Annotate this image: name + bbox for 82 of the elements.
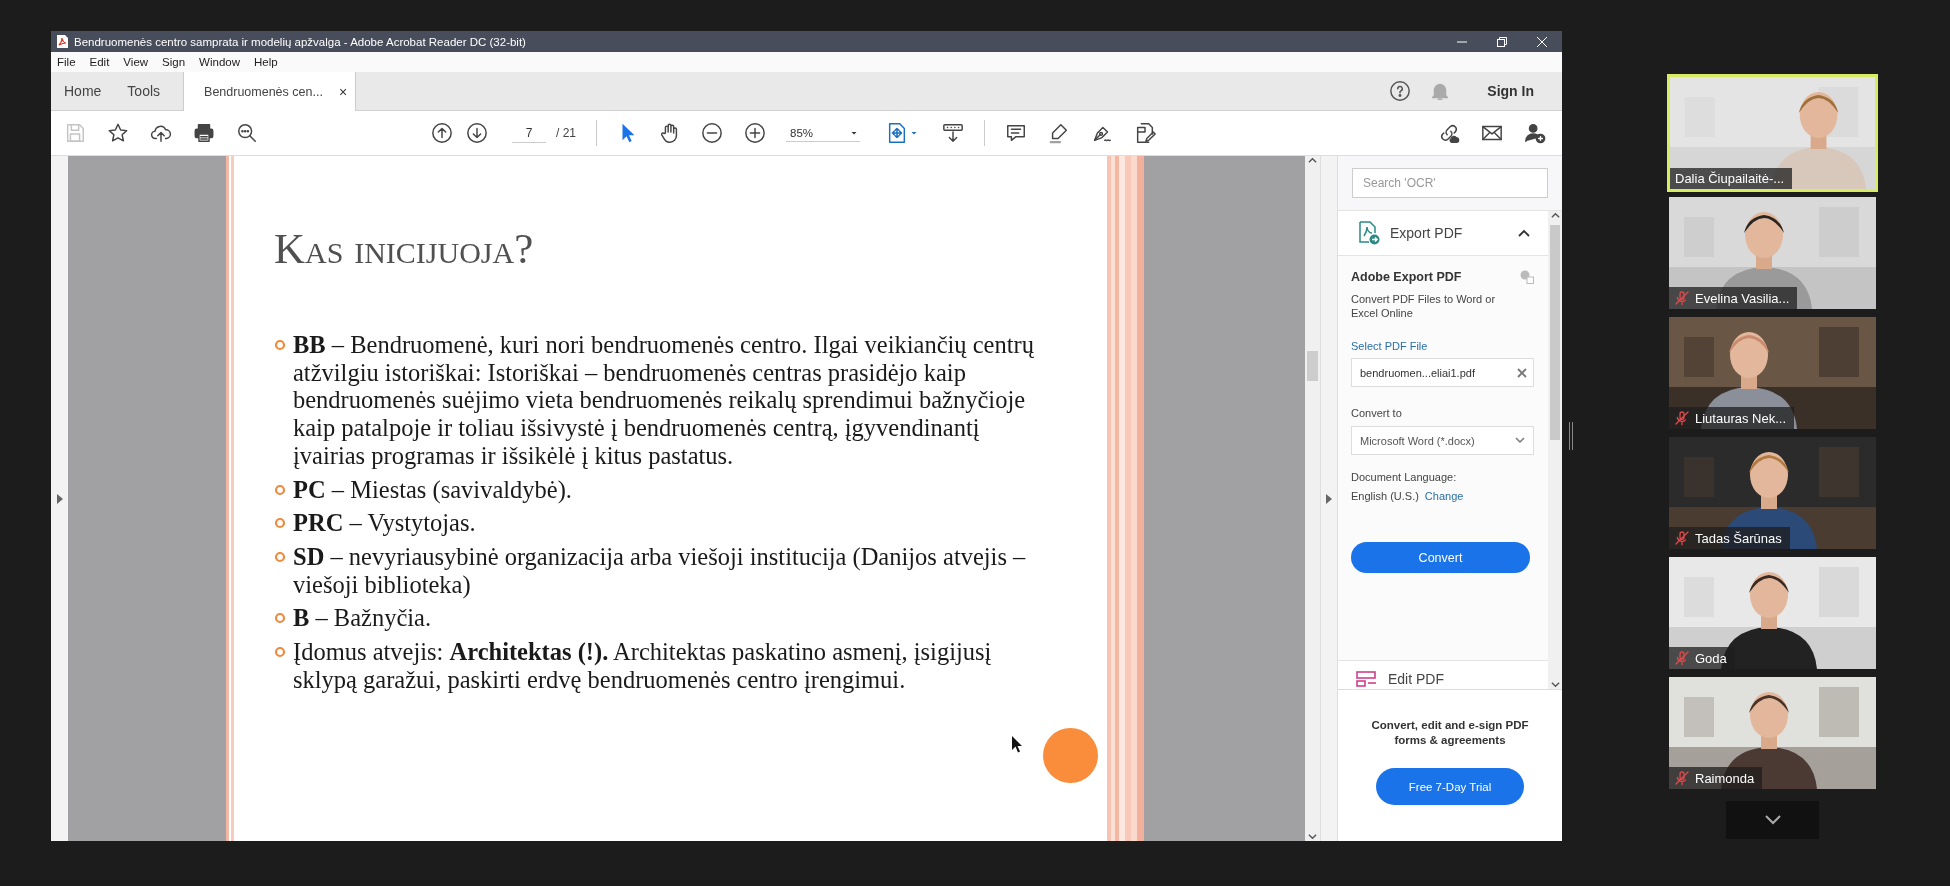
section-title[interactable]: Edit PDF — [1388, 671, 1444, 687]
tab[interactable]: Home — [51, 72, 115, 110]
restore-icon[interactable] — [1496, 35, 1508, 48]
add-user-icon[interactable] — [1524, 122, 1546, 144]
menu-item[interactable]: View — [123, 56, 149, 68]
panel-heading: Adobe Export PDF — [1351, 270, 1462, 284]
zoom-in-icon[interactable] — [744, 122, 766, 144]
bullet-text: PC – Miestas (savivaldybė). — [293, 475, 572, 504]
arrow-down-circle-icon[interactable] — [466, 122, 488, 144]
participant-name: Raimonda — [1695, 770, 1755, 786]
language-value: English (U.S.) — [1351, 490, 1419, 502]
chevron-down-icon[interactable] — [1515, 437, 1525, 444]
field-label: Document Language: — [1351, 471, 1458, 483]
field-label: Convert to — [1351, 407, 1403, 419]
file-field[interactable]: bendruomen...eliai1.pdf — [1351, 358, 1534, 387]
pdf-file-icon — [57, 35, 68, 48]
scroll-down-icon[interactable] — [1308, 832, 1317, 841]
menu-item[interactable]: Edit — [89, 56, 110, 68]
menu-item[interactable]: File — [57, 56, 76, 68]
scroll-down-icon[interactable] — [1550, 680, 1560, 689]
scroll-mode-icon[interactable] — [942, 122, 964, 144]
menu-item[interactable]: Sign — [162, 56, 186, 68]
scroll-up-icon[interactable] — [1308, 156, 1317, 165]
search-field[interactable]: Search 'OCR' — [1352, 168, 1548, 198]
chevron-up-icon[interactable] — [1518, 229, 1530, 237]
star-icon[interactable] — [107, 122, 129, 144]
field-label: Select PDF File — [1351, 340, 1429, 352]
clear-icon[interactable] — [1517, 367, 1527, 378]
print-icon[interactable] — [193, 122, 215, 144]
zoom-out-icon[interactable] — [701, 122, 723, 144]
sign-in-button[interactable]: Sign In — [1481, 82, 1540, 100]
arrow-up-circle-icon[interactable] — [431, 122, 453, 144]
slide-title: Kas inicijuoja? — [274, 224, 535, 273]
bullet-icon — [274, 483, 286, 496]
close-icon[interactable] — [1536, 35, 1548, 48]
slide-ornament — [1043, 728, 1098, 783]
expand-arrow-icon[interactable] — [56, 493, 63, 504]
scrollbar-thumb[interactable] — [1307, 351, 1318, 381]
window-title: Bendruomenės centro samprata ir modelių apžvalga - Adobe Acrobat Reader DC (32-bit) — [74, 35, 527, 48]
promo-text: Convert, edit and e-sign PDF forms & agreements — [1370, 718, 1530, 748]
edit-pdf-icon — [1356, 671, 1378, 687]
participant-name: Tadas Šarūnas — [1695, 530, 1782, 546]
bullet-icon — [274, 550, 286, 563]
trial-button[interactable]: Free 7-Day Trial — [1376, 768, 1524, 805]
collapse-arrow-icon[interactable] — [1326, 493, 1332, 504]
scroll-up-icon[interactable] — [1550, 211, 1560, 220]
bullet-text: Įdomus atvejis: Architektas (!). Architektas paskatino asmenį, įsigijusį sklypą garažui, paskirti erdvę bendruomenės centro įrengimui. — [293, 638, 993, 694]
fill-sign-icon[interactable] — [1134, 122, 1156, 144]
page-total: / 21 — [556, 126, 576, 140]
bullet-icon — [274, 339, 286, 351]
change-link[interactable]: Change — [1424, 490, 1464, 502]
menu-item[interactable]: Window — [199, 56, 240, 68]
comment-icon[interactable] — [1005, 122, 1027, 144]
description-text: Convert PDF Files to Word or Excel Online — [1351, 292, 1497, 320]
bullet-text: BB – Bendruomenė, kuri nori bendruomenės centro. Ilgai veikiančių centrų atžvilgiu istoriškai: Istoriškai – bendruomenės centras prasidėjo kaip bendruomenės suėjimo vieta bendruomenės reikalų sprendimui bažnyčioje kaip patalpoje ir toliau išsivystė į bendruomenės centrą, įgyvendinantį įvairias programas ir išsikėlė į kitus pastatus. — [293, 331, 1035, 470]
chevron-down-icon[interactable] — [1764, 815, 1781, 825]
participant-name: Goda — [1695, 650, 1727, 666]
bullet-text: PRC – Vystytojas. — [293, 509, 476, 537]
participant-name: Liutauras Nek... — [1695, 410, 1787, 426]
format-dropdown[interactable]: Microsoft Word (*.docx) — [1351, 426, 1534, 455]
resize-handle[interactable] — [1569, 422, 1573, 450]
bullet-icon — [274, 612, 286, 625]
mouse-cursor-icon — [1012, 736, 1023, 753]
convert-button[interactable]: Convert — [1351, 542, 1530, 573]
export-pdf-icon — [1358, 221, 1380, 245]
fit-page-icon[interactable] — [886, 122, 908, 144]
bullet-icon — [274, 646, 286, 659]
bullet-icon — [274, 517, 286, 530]
bullet-text: SD – nevyriausybinė organizacija arba viešoji institucija (Danijos atvejis – viešoji biblioteka) — [293, 542, 1027, 599]
participant-name: Evelina Vasilia... — [1695, 290, 1790, 306]
section-title: Export PDF — [1390, 225, 1464, 241]
scrollbar-thumb[interactable] — [1550, 225, 1560, 440]
help-icon[interactable] — [1389, 80, 1412, 102]
tab[interactable]: Bendruomenės cen... × — [183, 72, 357, 111]
find-icon[interactable] — [236, 122, 258, 144]
participant-name: Dalia Čiupailaitė-... — [1675, 171, 1785, 186]
zoom-field[interactable]: 85% — [786, 124, 860, 142]
bullet-text: B – Bažnyčia. — [293, 604, 432, 633]
menu-item[interactable]: Help — [254, 56, 278, 68]
link-icon[interactable] — [1438, 122, 1460, 144]
tab[interactable]: Tools — [114, 72, 174, 110]
highlighter-icon[interactable] — [1048, 122, 1070, 144]
